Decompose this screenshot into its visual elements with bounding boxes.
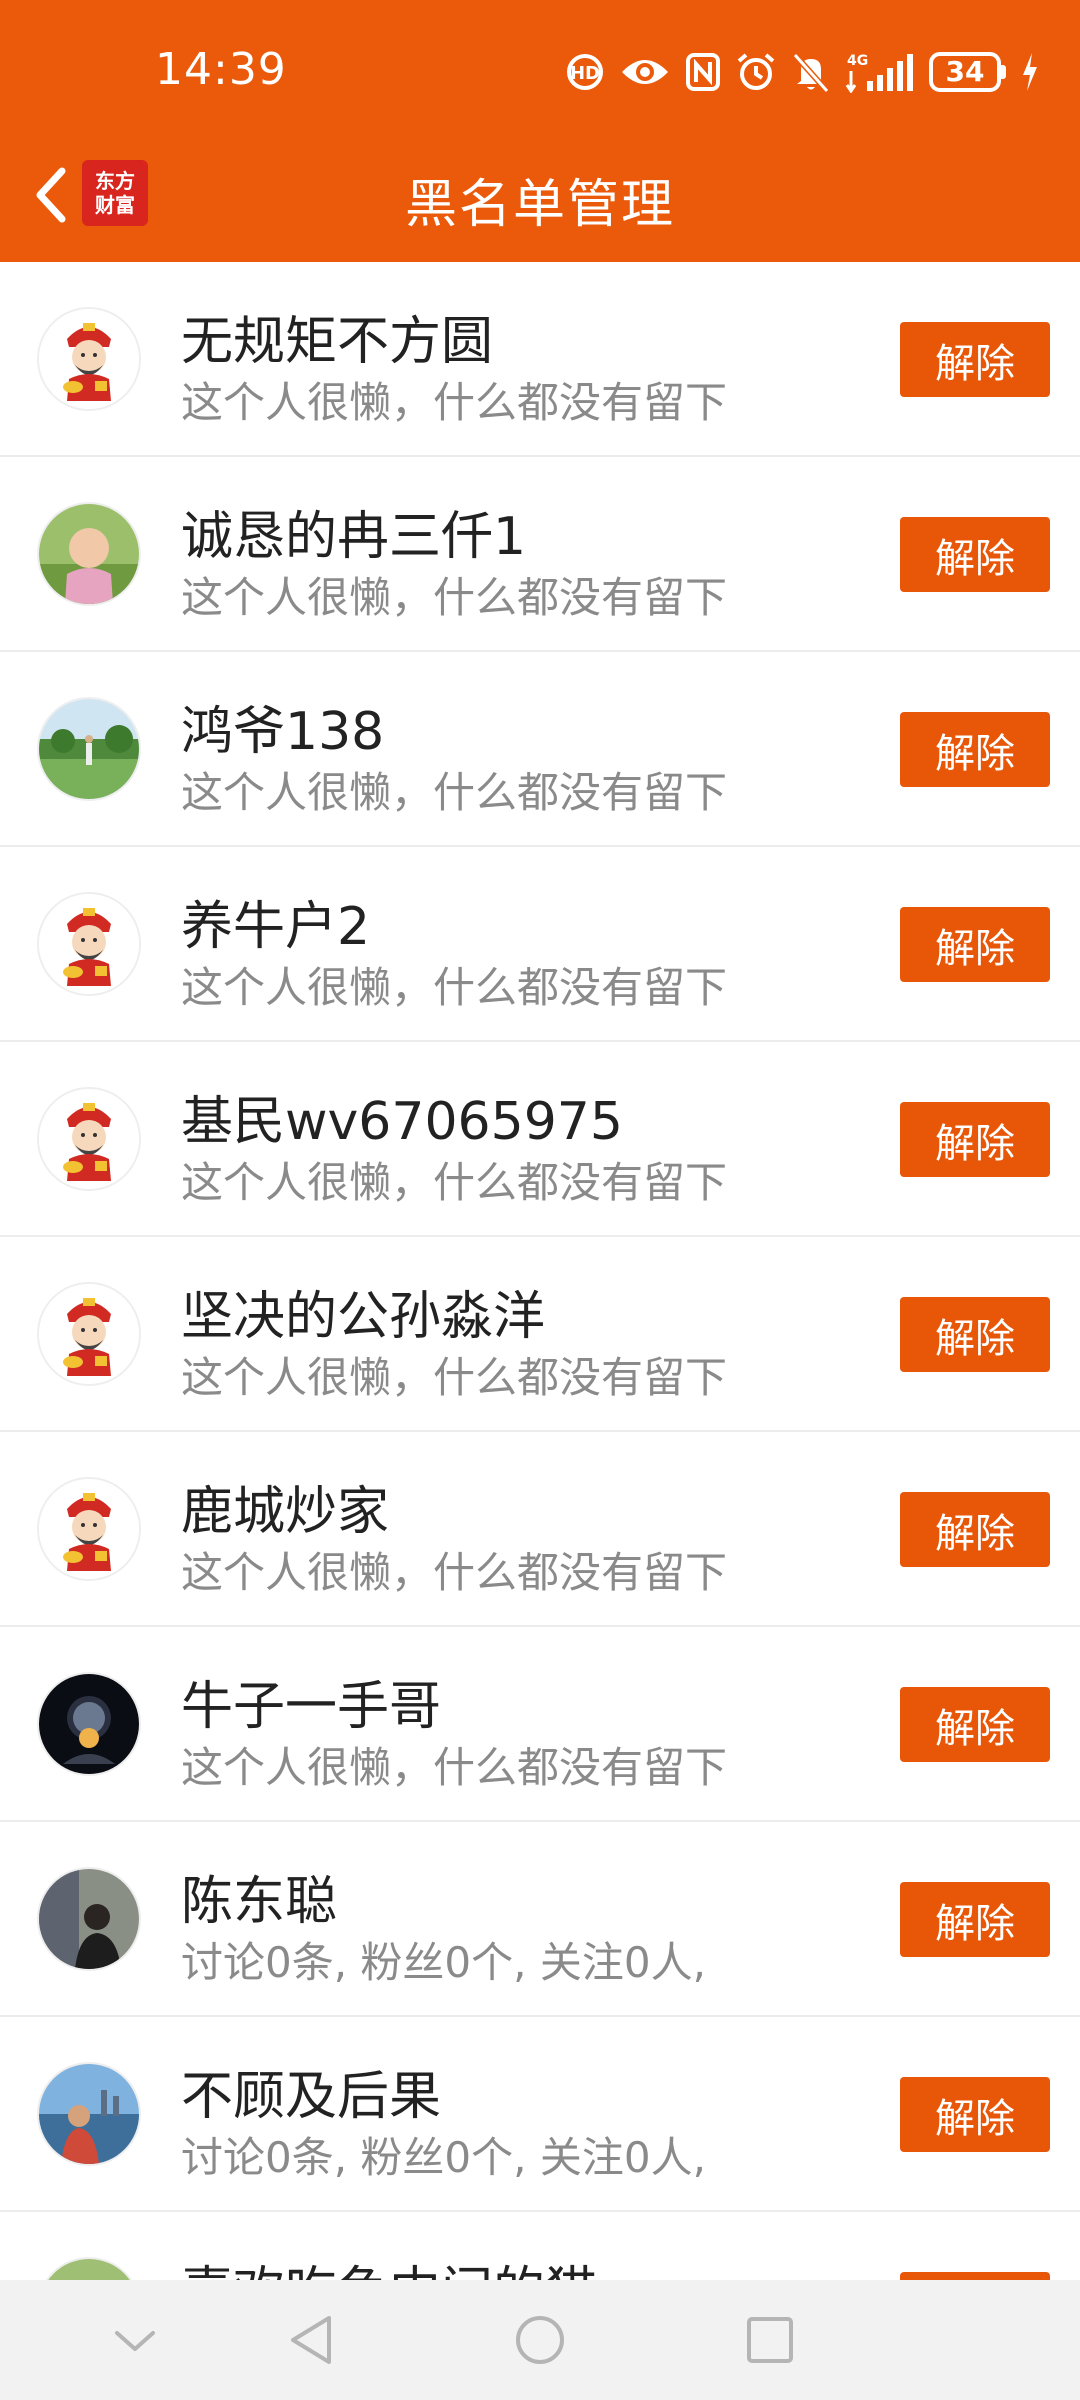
remove-button[interactable]: 解除 [900,1492,1050,1567]
harbor-photo-avatar [39,2064,139,2164]
battery-level: 34 [929,52,1001,92]
list-item[interactable]: 鸿爷138 这个人很懒，什么都没有留下 解除 [0,652,1080,847]
list-item[interactable]: 牛子一手哥这个人很懒，什么都没有留下 解除 [0,1627,1080,1822]
remove-button[interactable]: 解除 [900,712,1050,787]
list-item[interactable]: 基民wv67065975 这个人很懒，什么都没有留下 解除 [0,1042,1080,1237]
user-name: 牛子一手哥 [181,1677,442,1737]
charging-icon [1023,53,1037,91]
list-item[interactable]: 陈东聪讨论0条, 粉丝0个, 关注0人, 解除 [0,1822,1080,2017]
list-item[interactable]: 诚恳的冉三仟1 这个人很懒，什么都没有留下 解除 [0,457,1080,652]
home-circle-icon [516,2316,564,2364]
user-description: 这个人很懒，什么都没有留下 [181,1158,728,1207]
list-item[interactable]: 坚决的公孙淼洋这个人很懒，什么都没有留下 解除 [0,1237,1080,1432]
fortune-god-avatar [39,1089,139,1189]
list-item[interactable]: 养牛户2 这个人很懒，什么都没有留下 解除 [0,847,1080,1042]
network-label: 4G [847,53,868,69]
list-item[interactable]: 无规矩不方圆这个人很懒，什么都没有留下 解除 [0,262,1080,457]
fortune-god-avatar [39,1479,139,1579]
fortune-god-avatar [39,1284,139,1384]
user-name: 诚恳的冉三仟1 [181,507,527,567]
remove-button[interactable]: 解除 [900,322,1050,397]
user-description: 这个人很懒，什么都没有留下 [181,1548,728,1597]
user-name: 陈东聪 [181,1872,338,1932]
avatar[interactable] [37,1477,141,1581]
avatar[interactable] [37,892,141,996]
remove-button[interactable]: 解除 [900,1882,1050,1957]
avatar[interactable] [37,1672,141,1776]
alarm-icon [737,53,775,90]
user-name: 养牛户2 [181,897,371,957]
user-name: 鸿爷138 [181,702,385,762]
avatar[interactable] [37,307,141,411]
back-nav-button[interactable] [275,2308,345,2372]
user-description: 这个人很懒，什么都没有留下 [181,768,728,817]
battery-icon: 34 [929,52,1006,92]
app-header: 14:39 HD 4G 34 东方 财富 黑名单管理 [0,0,1080,262]
user-description: 讨论0条, 粉丝0个, 关注0人, [181,1938,706,1987]
status-time: 14:39 [155,44,287,95]
avatar[interactable] [37,1087,141,1191]
user-description: 这个人很懒，什么都没有留下 [181,1743,728,1792]
avatar[interactable] [37,697,141,801]
hd-call-icon: HD [567,54,603,90]
collapse-icon [115,2331,155,2351]
user-description: 讨论0条, 粉丝0个, 关注0人, [181,2133,706,2182]
fortune-god-avatar [39,894,139,994]
remove-button[interactable]: 解除 [900,907,1050,982]
remove-button[interactable]: 解除 [900,1687,1050,1762]
user-name: 基民wv67065975 [181,1092,623,1152]
baby-photo-avatar [39,504,139,604]
avatar[interactable] [37,2062,141,2166]
user-description: 这个人很懒，什么都没有留下 [181,1353,728,1402]
fortune-god-avatar [39,309,139,409]
remove-button[interactable]: 解除 [900,1102,1050,1177]
remove-button[interactable]: 解除 [900,517,1050,592]
avatar[interactable] [37,502,141,606]
user-description: 这个人很懒，什么都没有留下 [181,963,728,1012]
list-item[interactable]: 不顾及后果讨论0条, 粉丝0个, 关注0人, 解除 [0,2017,1080,2212]
status-icons: HD 4G 34 [565,46,1040,98]
user-name: 坚决的公孙淼洋 [181,1287,546,1347]
eye-icon [622,60,668,84]
user-name: 不顾及后果 [181,2067,442,2127]
mute-icon [792,53,830,93]
avatar[interactable] [37,1282,141,1386]
back-triangle-icon [291,2316,331,2364]
signal-icon: 4G [845,53,913,93]
blacklist: 无规矩不方圆 这个人很懒，什么都没有留下 解除 诚恳的冉三仟1 这个人很懒，什么都没有留… [0,262,1080,2400]
blacklist-page: 14:39 HD 4G 34 东方 财富 黑名单管理 无规矩不方圆 这个人很懒，… [0,0,1080,2400]
remove-button[interactable]: 解除 [900,2077,1050,2152]
svg-text:HD: HD [570,63,600,84]
page-title: 黑名单管理 [404,175,675,235]
list-item[interactable]: 鹿城炒家这个人很懒，什么都没有留下 解除 [0,1432,1080,1627]
user-name: 无规矩不方圆 [181,312,494,372]
home-button[interactable] [505,2308,575,2372]
golf-photo-avatar [39,699,139,799]
user-name: 鹿城炒家 [181,1482,390,1542]
system-nav-bar [0,2280,1080,2400]
collapse-button[interactable] [100,2308,170,2372]
nfc-icon [686,53,720,91]
person-photo-avatar [39,1869,139,1969]
space-photo-avatar [39,1674,139,1774]
user-description: 这个人很懒，什么都没有留下 [181,573,728,622]
user-description: 这个人很懒，什么都没有留下 [181,378,728,427]
recents-square-icon [747,2317,793,2363]
recents-button[interactable] [735,2308,805,2372]
avatar[interactable] [37,1867,141,1971]
remove-button[interactable]: 解除 [900,1297,1050,1372]
